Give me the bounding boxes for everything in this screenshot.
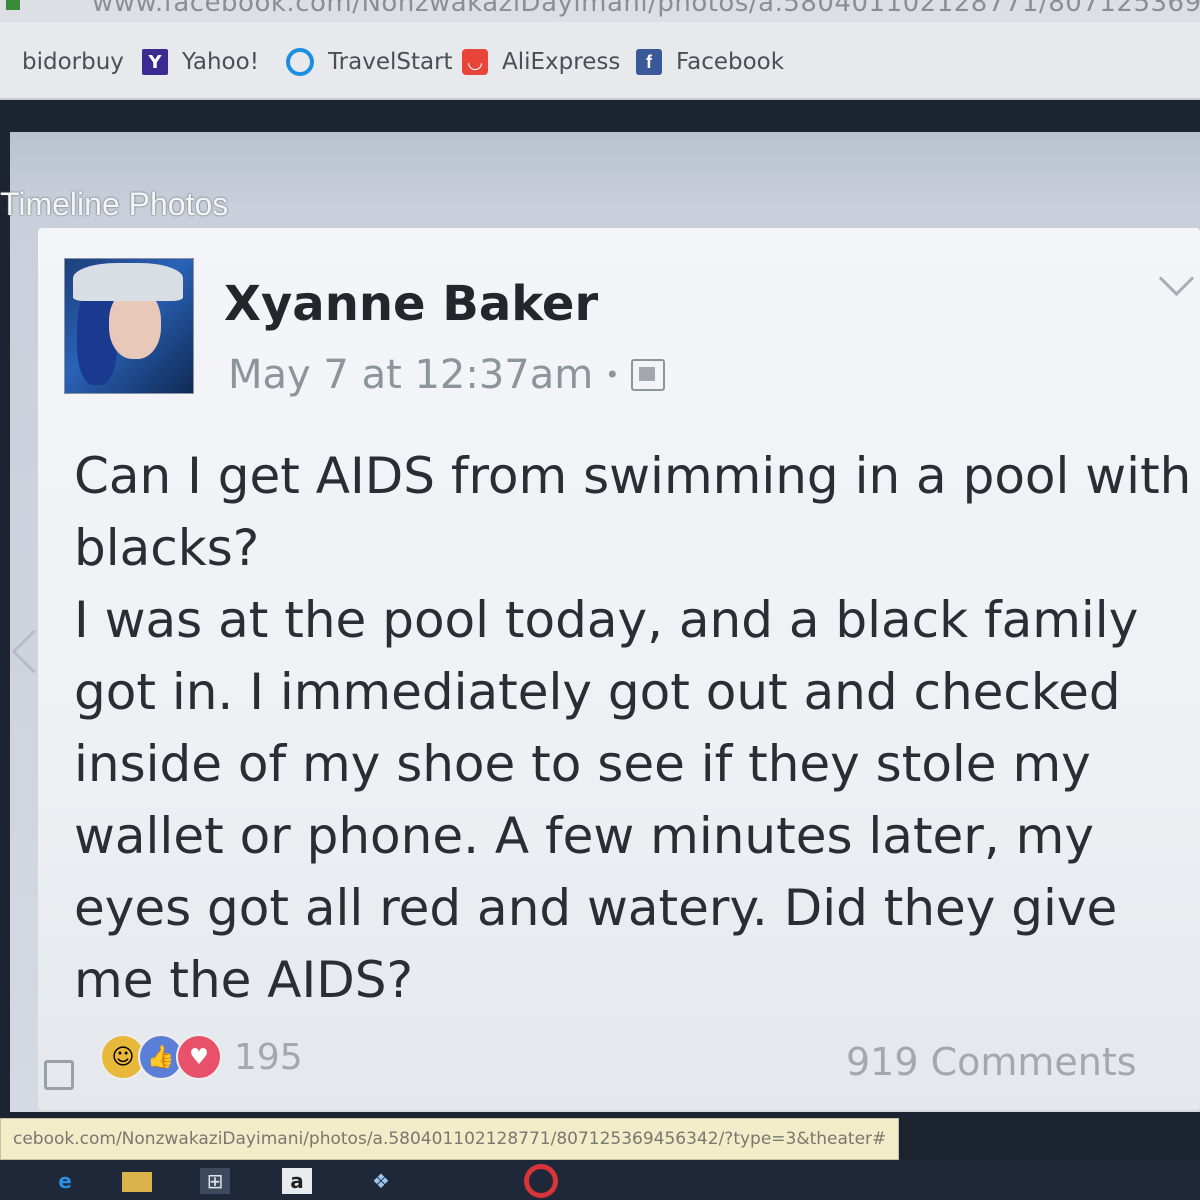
avatar-hat xyxy=(73,263,183,301)
facebook-icon: f xyxy=(636,49,662,75)
secure-icon xyxy=(6,0,20,10)
taskbar: e ⊞ a ❖ xyxy=(0,1160,1200,1200)
aliexpress-icon: ◡ xyxy=(462,49,488,75)
love-reaction-icon: ♥ xyxy=(176,1034,222,1080)
file-explorer-icon[interactable] xyxy=(122,1172,152,1192)
post-author[interactable]: Xyanne Baker xyxy=(224,276,598,332)
friends-icon[interactable] xyxy=(631,359,666,391)
bookmarks-bar: bidorbuy Y Yahoo! TravelStart ◡ AliExpre… xyxy=(0,22,1200,100)
separator-dot: • xyxy=(605,361,620,389)
edge-browser-icon[interactable]: e xyxy=(50,1168,80,1194)
bookmark-label: TravelStart xyxy=(328,49,453,75)
bookmark-bidorbuy[interactable]: bidorbuy xyxy=(22,46,124,78)
opera-browser-icon[interactable] xyxy=(524,1164,558,1198)
dropbox-icon[interactable]: ❖ xyxy=(366,1168,396,1194)
bookmark-facebook[interactable]: f Facebook xyxy=(636,46,784,78)
section-title[interactable]: Timeline Photos xyxy=(0,186,228,223)
like-button-icon[interactable] xyxy=(44,1060,74,1090)
bookmark-label: Yahoo! xyxy=(182,49,259,75)
post-body-paragraph: Can I get AIDS from swimming in a pool w… xyxy=(74,447,1192,577)
post-timestamp[interactable]: May 7 at 12:37am xyxy=(228,352,593,398)
bookmark-label: AliExpress xyxy=(502,49,621,75)
bookmark-aliexpress[interactable]: ◡ AliExpress xyxy=(462,46,620,78)
bookmark-yahoo[interactable]: Y Yahoo! xyxy=(142,46,259,78)
reaction-count: 195 xyxy=(234,1036,303,1078)
bookmark-label: bidorbuy xyxy=(22,49,124,75)
address-url[interactable]: www.facebook.com/NonzwakaziDayimani/phot… xyxy=(92,0,1200,18)
post-body-paragraph: I was at the pool today, and a black fam… xyxy=(74,591,1139,1009)
post-meta: May 7 at 12:37am • xyxy=(228,352,666,398)
post-body: Can I get AIDS from swimming in a pool w… xyxy=(74,440,1200,1016)
status-bar-url: cebook.com/NonzwakaziDayimani/photos/a.5… xyxy=(0,1118,900,1160)
travelstart-icon xyxy=(286,48,314,76)
yahoo-icon: Y xyxy=(142,49,168,75)
reactions-summary[interactable]: ☺ 👍 ♥ 195 xyxy=(100,1034,303,1080)
avatar[interactable] xyxy=(64,258,194,394)
bookmark-travelstart[interactable]: TravelStart xyxy=(286,46,453,78)
store-icon[interactable]: ⊞ xyxy=(200,1168,230,1194)
bookmark-label: Facebook xyxy=(676,49,785,75)
amazon-icon[interactable]: a xyxy=(282,1168,312,1194)
address-bar[interactable]: www.facebook.com/NonzwakaziDayimani/phot… xyxy=(0,0,1200,22)
comments-count[interactable]: 919 Comments xyxy=(846,1040,1137,1084)
